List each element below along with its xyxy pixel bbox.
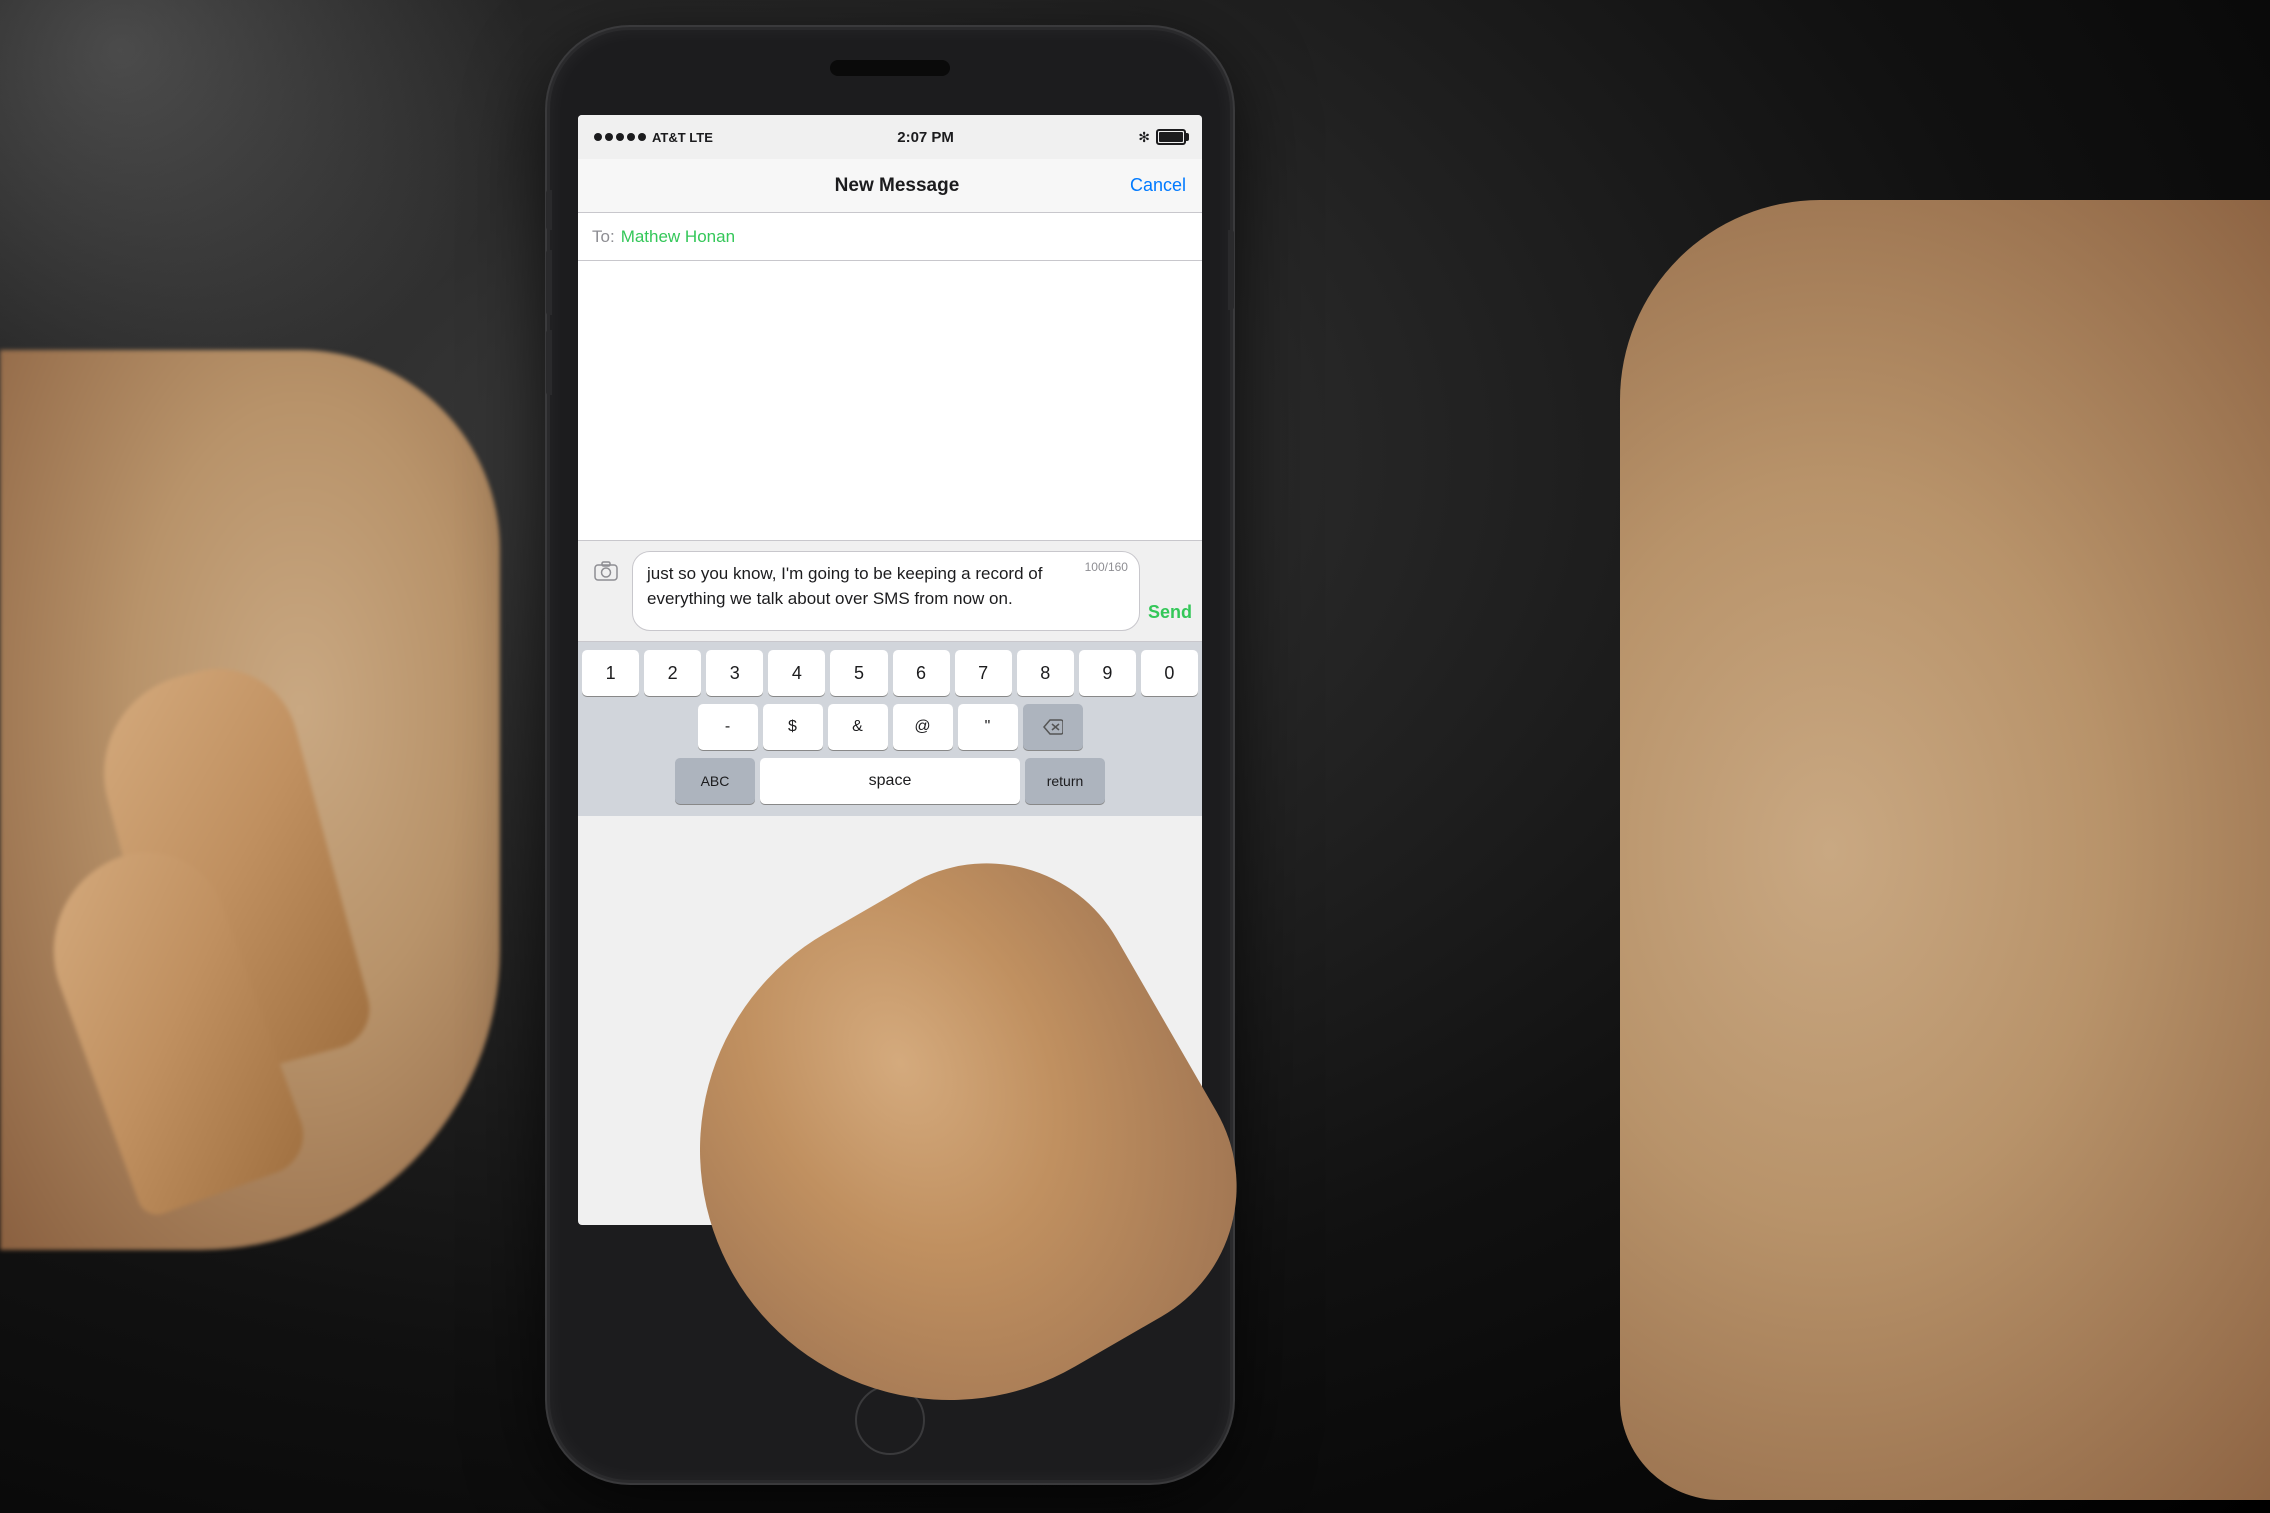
- cancel-button[interactable]: Cancel: [1130, 175, 1186, 196]
- nav-bar: New Message Cancel: [578, 159, 1202, 213]
- status-time: 2:07 PM: [897, 129, 954, 146]
- status-bar: AT&T LTE 2:07 PM ✻: [578, 115, 1202, 159]
- key-2[interactable]: 2: [644, 650, 701, 696]
- key-at[interactable]: @: [893, 704, 953, 750]
- compose-area[interactable]: [578, 261, 1202, 541]
- status-right: ✻: [1138, 129, 1186, 146]
- keyboard-row-bottom: ABC space return: [582, 758, 1198, 804]
- signal-dot-4: [627, 133, 635, 141]
- key-6[interactable]: 6: [893, 650, 950, 696]
- to-field[interactable]: To: Mathew Honan: [578, 213, 1202, 261]
- signal-dot-5: [638, 133, 646, 141]
- signal-indicator: [594, 133, 646, 141]
- mute-switch: [546, 190, 552, 230]
- keyboard-row-numbers: 1 2 3 4 5 6 7 8 9 0: [582, 650, 1198, 696]
- camera-button[interactable]: [588, 553, 624, 589]
- key-8[interactable]: 8: [1017, 650, 1074, 696]
- to-label: To:: [592, 227, 615, 247]
- keyboard: 1 2 3 4 5 6 7 8 9 0 - $ & @ ": [578, 642, 1202, 816]
- message-bubble-container: just so you know, I'm going to be keepin…: [632, 551, 1140, 631]
- space-key[interactable]: space: [760, 758, 1020, 804]
- battery-indicator: [1156, 129, 1186, 145]
- key-1[interactable]: 1: [582, 650, 639, 696]
- bluetooth-icon: ✻: [1138, 129, 1150, 146]
- signal-dot-1: [594, 133, 602, 141]
- key-5[interactable]: 5: [830, 650, 887, 696]
- key-dollar[interactable]: $: [763, 704, 823, 750]
- abc-key[interactable]: ABC: [675, 758, 755, 804]
- message-input-section: just so you know, I'm going to be keepin…: [578, 541, 1202, 642]
- keyboard-row-symbols: - $ & @ ": [582, 704, 1198, 750]
- return-key[interactable]: return: [1025, 758, 1105, 804]
- volume-up-button: [546, 250, 552, 315]
- delete-key[interactable]: [1023, 704, 1083, 750]
- key-quote[interactable]: ": [958, 704, 1018, 750]
- key-3[interactable]: 3: [706, 650, 763, 696]
- key-ampersand[interactable]: &: [828, 704, 888, 750]
- key-9[interactable]: 9: [1079, 650, 1136, 696]
- status-left: AT&T LTE: [594, 130, 713, 145]
- send-button[interactable]: Send: [1148, 602, 1192, 631]
- power-button: [1228, 230, 1234, 310]
- char-count: 100/160: [1085, 559, 1128, 576]
- signal-dot-2: [605, 133, 613, 141]
- phone-speaker: [830, 60, 950, 76]
- nav-title: New Message: [664, 175, 1130, 197]
- key-7[interactable]: 7: [955, 650, 1012, 696]
- message-bubble[interactable]: just so you know, I'm going to be keepin…: [632, 551, 1140, 631]
- signal-dot-3: [616, 133, 624, 141]
- volume-down-button: [546, 330, 552, 395]
- hand-right: [1620, 200, 2270, 1500]
- message-text: just so you know, I'm going to be keepin…: [647, 562, 1125, 611]
- recipient-name[interactable]: Mathew Honan: [621, 227, 735, 247]
- key-dash[interactable]: -: [698, 704, 758, 750]
- battery-fill: [1159, 132, 1183, 142]
- key-4[interactable]: 4: [768, 650, 825, 696]
- hand-left: [0, 350, 500, 1250]
- key-0[interactable]: 0: [1141, 650, 1198, 696]
- carrier-label: AT&T LTE: [652, 130, 713, 145]
